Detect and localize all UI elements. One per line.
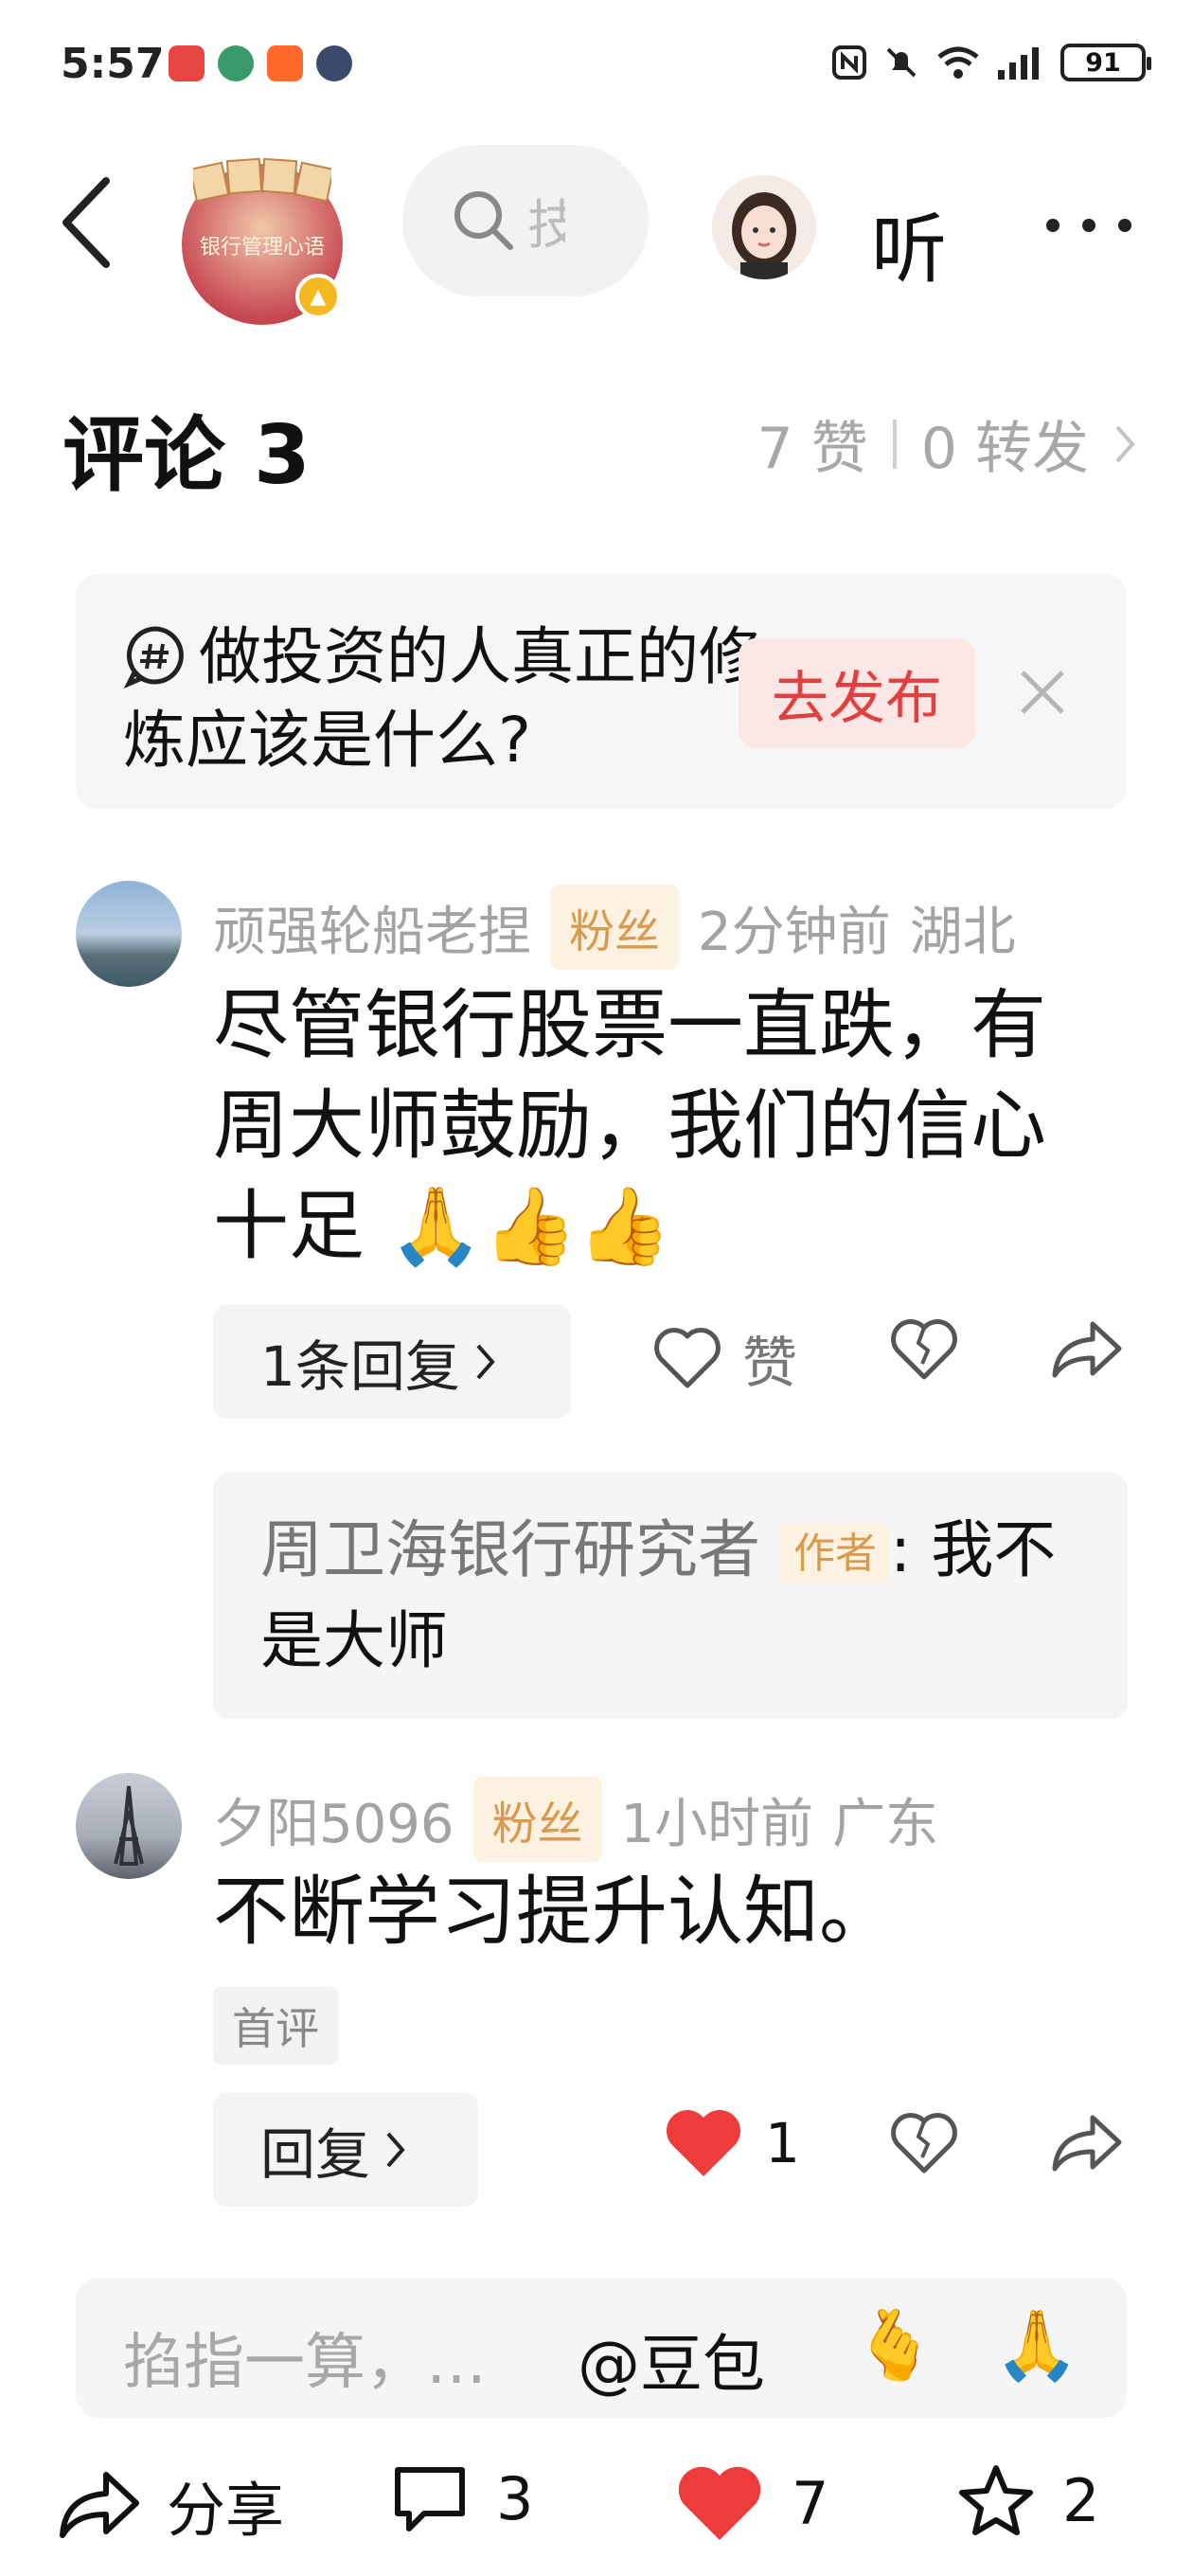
finger-heart-emoji-icon[interactable]: 🫰 [852,2302,937,2388]
status-bar: 5:57 91 [0,0,1193,137]
ai-assistant-avatar[interactable] [712,175,816,279]
chevron-right-icon [386,2132,405,2168]
status-indicators: 91 [831,44,1151,81]
pray-emoji-icon[interactable]: 🙏 [994,2302,1079,2388]
share-comment-button[interactable] [1051,1318,1123,1381]
dislike-button[interactable] [890,2112,958,2174]
reply-button[interactable]: 回复 [213,2093,478,2207]
comment-meta: 夕阳5096 粉丝 1小时前 广东 [213,1777,938,1862]
pray-emoji-icon: 🙏 [388,1182,484,1270]
favorite-count: 2 [1062,2465,1100,2535]
signal-icon [998,47,1039,80]
heart-filled-icon [666,2109,741,2176]
like-count: 1 [765,2111,800,2175]
more-dots-icon [1046,219,1131,232]
publish-button[interactable]: 去发布 [739,638,975,748]
share-button[interactable]: 分享 [59,2462,284,2548]
book-cover-title: 银行管理心语 [199,236,325,259]
heart-filled-icon [678,2466,761,2540]
mention-doubao-button[interactable]: @豆包 [578,2314,765,2405]
thumbs-up-emoji-icon: 👍 [483,1182,578,1270]
reposts-stat: 0 转发 [920,416,1089,482]
commenter-name[interactable]: 夕阳5096 [213,1781,454,1858]
broken-heart-icon [891,1319,957,1380]
app-notification-icon [267,45,303,81]
commenter-avatar[interactable] [76,881,182,987]
verified-badge-icon: ▲ [295,274,341,319]
favorite-button[interactable]: 2 [956,2462,1099,2538]
like-button[interactable]: 赞 [653,1318,797,1398]
commenter-avatar[interactable] [76,1773,182,1879]
mute-icon [886,47,917,78]
woman-avatar-icon [732,192,796,279]
close-icon[interactable] [1011,661,1074,724]
author-badge: 作者 [779,1523,890,1583]
author-avatar[interactable]: 银行管理心语 ▲ [182,157,343,325]
eiffel-tower-icon [114,1785,144,1866]
top-creator-badge [193,157,331,203]
view-replies-label: 1条回复 [260,1334,460,1399]
wifi-icon [937,46,979,79]
comment-time: 2分钟前 [698,901,891,963]
post-stats[interactable]: 7 赞 0 转发 [757,402,1137,485]
like-post-button[interactable]: 7 [674,2462,828,2544]
more-options-button[interactable] [1042,202,1136,249]
dislike-button[interactable] [890,1318,958,1381]
chevron-left-icon [62,177,110,268]
view-replies-button[interactable]: 1条回复 [213,1305,571,1419]
comment-time: 1小时前 [620,1793,814,1855]
comment-text: 尽管银行股票一直跌，有周大师鼓励，我们的信心十足 🙏👍👍 [213,975,1113,1277]
thumbs-up-emoji-icon: 👍 [577,1182,672,1270]
star-outline-icon [959,2465,1033,2535]
share-label: 分享 [167,2476,285,2545]
likes-stat: 7 赞 [757,416,868,482]
bottom-action-bar: 分享 3 7 2 [0,2434,1193,2576]
stats-divider [892,419,897,469]
search-placeholder: 技 [527,194,565,257]
comment-input-bar[interactable]: 掐指一算，… @豆包 🫰 🙏 [76,2278,1127,2418]
status-app-icons [169,45,352,81]
chevron-right-icon [1115,425,1135,462]
comment-bubble-icon [395,2467,465,2531]
share-arrow-icon [60,2472,139,2538]
app-notification-icon [316,45,352,81]
share-arrow-icon [1052,1321,1122,1378]
comments-button[interactable]: 3 [390,2462,533,2534]
app-notification-icon [169,45,205,81]
sub-reply-box[interactable]: 周卫海银行研究者 作者: 我不是大师 [213,1473,1128,1719]
first-comment-tag: 首评 [213,1987,338,2065]
back-button[interactable] [57,166,133,279]
app-notification-icon [218,45,254,81]
fan-badge: 粉丝 [472,1777,602,1862]
chevron-right-icon [476,1344,495,1380]
like-button[interactable]: 1 [663,2106,800,2180]
topic-text: 做投资的人真正的修炼应该是什么? [123,620,761,777]
like-label: 赞 [742,1331,798,1395]
comment-meta: 顽强轮船老捏 粉丝 2分钟前 湖北 [213,885,1016,970]
reply-label: 回复 [260,2122,371,2187]
listen-button[interactable]: 听 [871,188,947,298]
status-time: 5:57 [61,40,165,88]
fan-badge: 粉丝 [550,885,680,970]
share-comment-button[interactable] [1051,2112,1123,2174]
comment-count: 3 [496,2463,534,2533]
post-like-count: 7 [792,2468,829,2538]
comment-location: 广东 [832,1793,939,1855]
top-nav-bar: 银行管理心语 ▲ 技 听 [0,137,1193,325]
topic-prompt-card: 做投资的人真正的修炼应该是什么? 去发布 [76,574,1127,809]
nfc-icon [832,45,866,80]
battery-indicator: 91 [1060,44,1151,81]
search-icon [454,191,513,250]
broken-heart-icon [891,2113,957,2174]
comments-heading: 评论 3 [62,408,311,503]
commenter-name[interactable]: 顽强轮船老捏 [213,889,531,966]
reply-author-name[interactable]: 周卫海银行研究者 [260,1513,760,1586]
comment-input-placeholder[interactable]: 掐指一算，… [123,2314,487,2401]
share-arrow-icon [1052,2115,1122,2172]
heart-outline-icon [654,1328,721,1388]
search-box[interactable]: 技 [402,145,649,296]
battery-level: 91 [1085,47,1121,78]
comment-location: 湖北 [909,901,1016,963]
comment-body: 不断学习提升认知。 [213,1868,895,1956]
